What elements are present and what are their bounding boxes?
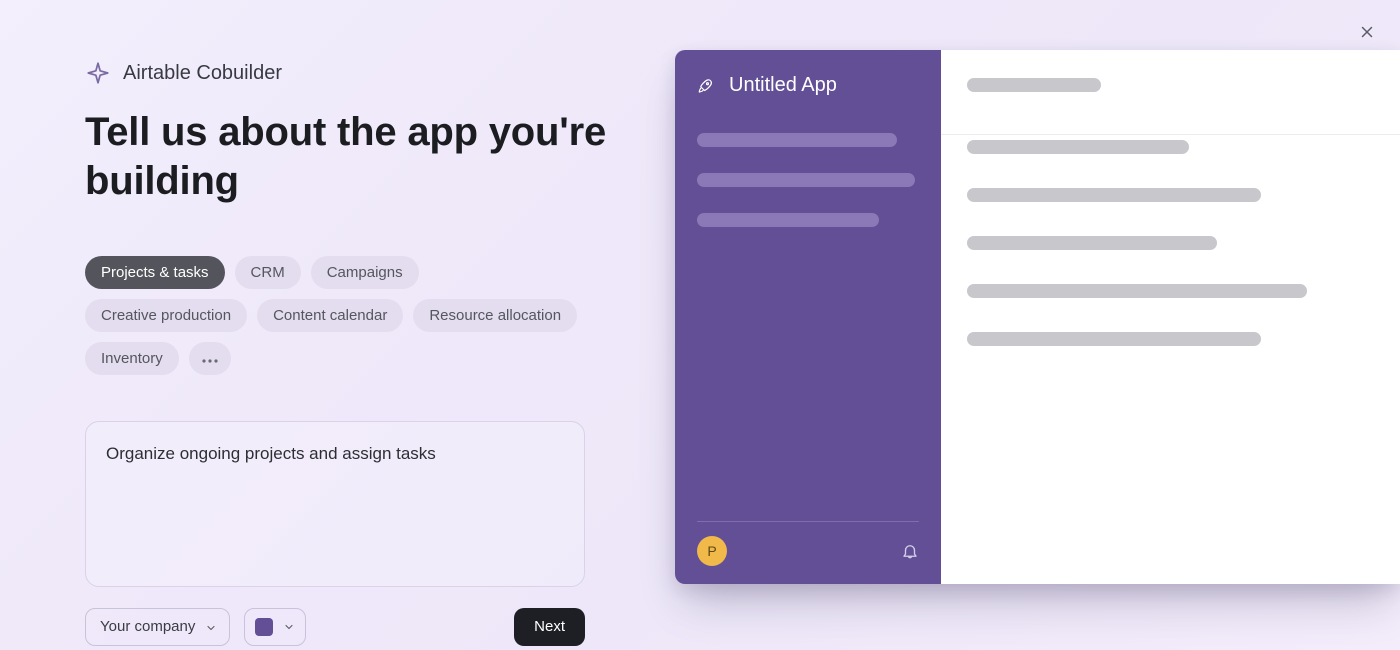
rocket-icon [697,77,715,95]
main-skeleton [967,188,1261,202]
company-selector-label: Your company [100,618,195,635]
chip-creative-production[interactable]: Creative production [85,299,247,332]
chip-inventory[interactable]: Inventory [85,342,179,375]
app-preview: Untitled App P [675,50,1400,584]
brand-row: Airtable Cobuilder [85,60,625,86]
prompt-input[interactable] [85,421,585,587]
chevron-down-icon [205,621,217,633]
preview-sidebar: Untitled App P [675,50,941,584]
page-headline: Tell us about the app you're building [85,108,625,206]
sidebar-skeleton [697,213,879,227]
more-icon [202,350,218,367]
avatar[interactable]: P [697,536,727,566]
suggestion-chips: Projects & tasks CRM Campaigns Creative … [85,256,585,375]
bell-icon[interactable] [901,542,919,560]
preview-title: Untitled App [729,74,837,97]
left-panel: Airtable Cobuilder Tell us about the app… [85,60,625,650]
chip-resource-allocation[interactable]: Resource allocation [413,299,577,332]
close-button[interactable] [1356,22,1378,44]
chip-content-calendar[interactable]: Content calendar [257,299,403,332]
controls-row: Your company Next [85,608,585,646]
chip-more[interactable] [189,342,231,375]
sidebar-skeleton [697,173,915,187]
main-skeleton-title [967,78,1101,92]
preview-header: Untitled App [697,74,919,97]
main-skeleton [967,236,1217,250]
brand-name: Airtable Cobuilder [123,62,282,85]
main-skeleton [967,140,1189,154]
sidebar-skeleton [697,133,897,147]
main-skeleton [967,284,1307,298]
chevron-down-icon [283,621,295,633]
divider [941,134,1400,135]
preview-sidebar-footer: P [697,521,919,566]
sparkle-icon [85,60,111,86]
next-button[interactable]: Next [514,608,585,646]
main-skeleton [967,332,1261,346]
chip-crm[interactable]: CRM [235,256,301,289]
company-selector[interactable]: Your company [85,608,230,646]
chip-projects-tasks[interactable]: Projects & tasks [85,256,225,289]
close-icon [1358,23,1376,44]
color-swatch [255,618,273,636]
preview-main [941,50,1400,584]
chip-campaigns[interactable]: Campaigns [311,256,419,289]
color-selector[interactable] [244,608,306,646]
